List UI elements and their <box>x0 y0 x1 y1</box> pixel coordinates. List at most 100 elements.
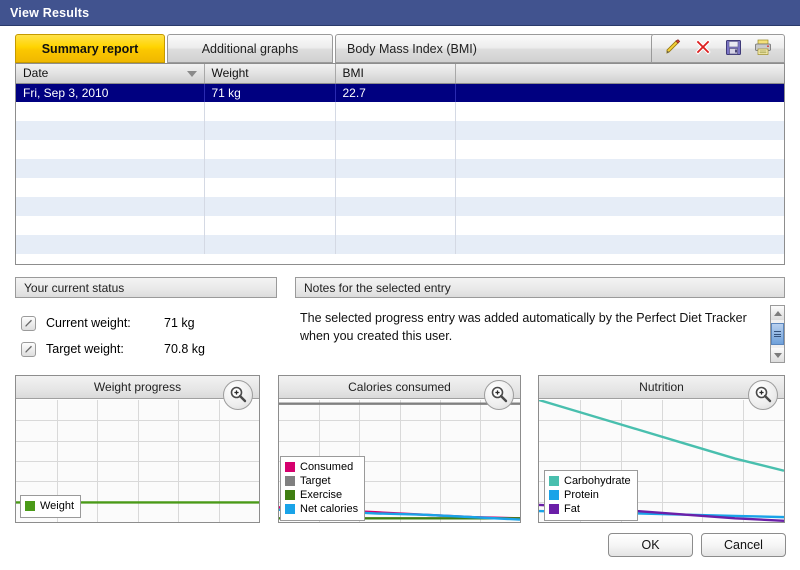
magnifier-plus-icon <box>229 385 247 406</box>
table-row[interactable] <box>16 235 784 254</box>
table-cell-blank <box>455 235 784 254</box>
chart-weight-progress-zoom-button[interactable] <box>223 380 253 410</box>
scroll-down-button[interactable] <box>771 348 784 362</box>
legend-item: Protein <box>549 488 631 502</box>
table-cell-weight <box>204 159 336 178</box>
notes-panel-title: Notes for the selected entry <box>304 280 451 295</box>
table-row[interactable]: Fri, Sep 3, 2010 71 kg 22.7 <box>16 83 784 102</box>
edit-target-weight-icon[interactable] <box>21 341 36 357</box>
table-cell-weight <box>204 102 336 121</box>
chart-weight-progress[interactable]: Weight progress Weight <box>15 375 260 523</box>
table-cell-date <box>16 178 205 197</box>
cancel-button[interactable]: Cancel <box>701 533 786 557</box>
table-row[interactable] <box>16 102 784 121</box>
results-table-container[interactable]: Date Weight BMI Fri, Sep 3, 2010 71 kg 22.… <box>15 63 785 265</box>
table-cell-blank <box>455 102 784 121</box>
table-cell-bmi <box>335 197 456 216</box>
legend-swatch <box>285 462 295 472</box>
tab-body-mass-index[interactable]: Body Mass Index (BMI) <box>335 34 655 63</box>
current-status-panel-header: Your current status <box>15 277 277 298</box>
table-row[interactable] <box>16 197 784 216</box>
legend-item: Net calories <box>285 502 358 516</box>
status-value-target-weight: 70.8 kg <box>164 342 206 356</box>
floppy-disk-icon <box>725 39 742 59</box>
chart-calories-consumed[interactable]: Calories consumed Consumed Target Exercise… <box>278 375 521 523</box>
table-cell-bmi: 22.7 <box>335 83 456 102</box>
status-value-current-weight: 71 kg <box>164 316 195 330</box>
notes-scrollbar[interactable] <box>770 305 785 363</box>
legend-label: Protein <box>564 489 599 501</box>
column-header-date[interactable]: Date <box>16 64 205 84</box>
table-cell-weight <box>204 216 336 235</box>
magnifier-plus-icon <box>490 385 508 406</box>
chart-calories-consumed-title: Calories consumed <box>348 380 451 394</box>
notes-text: The selected progress entry was added au… <box>300 311 747 343</box>
save-button[interactable] <box>721 38 745 60</box>
delete-entry-button[interactable] <box>691 38 715 60</box>
legend-item: Carbohydrate <box>549 474 631 488</box>
window-title: View Results <box>10 5 90 20</box>
results-table-body: Fri, Sep 3, 2010 71 kg 22.7 <box>16 83 784 254</box>
print-button[interactable] <box>751 38 775 60</box>
table-row[interactable] <box>16 159 784 178</box>
column-header-date-label: Date <box>23 66 49 81</box>
legend-swatch <box>549 476 559 486</box>
ok-button[interactable]: OK <box>608 533 693 557</box>
status-row-target-weight: Target weight: 70.8 kg <box>21 336 277 362</box>
table-cell-bmi <box>335 102 456 121</box>
table-cell-bmi <box>335 140 456 159</box>
chart-weight-progress-legend: Weight <box>20 495 82 518</box>
tab-summary-report[interactable]: Summary report <box>15 34 165 63</box>
chart-nutrition[interactable]: Nutrition Carbohydrate Protein Fat <box>538 375 785 523</box>
chevron-down-icon <box>773 352 782 358</box>
legend-swatch <box>285 504 295 514</box>
legend-label: Exercise <box>300 489 343 501</box>
table-row[interactable] <box>16 216 784 235</box>
chevron-up-icon <box>773 310 782 316</box>
scrollbar-thumb[interactable] <box>771 323 784 345</box>
column-header-spacer[interactable] <box>455 64 784 84</box>
legend-swatch <box>549 504 559 514</box>
tab-additional-graphs[interactable]: Additional graphs <box>167 34 333 63</box>
table-header-row: Date Weight BMI <box>16 64 784 84</box>
legend-item: Consumed <box>285 460 358 474</box>
column-header-weight[interactable]: Weight <box>204 64 336 84</box>
chart-calories-consumed-zoom-button[interactable] <box>484 380 514 410</box>
status-label-target-weight: Target weight: <box>46 342 124 356</box>
notes-panel-header: Notes for the selected entry <box>295 277 785 298</box>
printer-icon <box>754 39 772 59</box>
table-cell-weight <box>204 197 336 216</box>
table-cell-blank <box>455 159 784 178</box>
table-cell-weight <box>204 178 336 197</box>
current-status-panel: Your current status <box>15 277 277 298</box>
table-cell-blank <box>455 140 784 159</box>
legend-item: Exercise <box>285 488 358 502</box>
legend-label: Consumed <box>300 461 354 473</box>
column-header-bmi[interactable]: BMI <box>335 64 456 84</box>
current-status-title: Your current status <box>24 280 125 295</box>
edit-entry-button[interactable] <box>661 38 685 60</box>
magnifier-plus-icon <box>754 385 772 406</box>
table-cell-bmi <box>335 121 456 140</box>
edit-current-weight-icon[interactable] <box>21 315 36 331</box>
table-cell-blank <box>455 216 784 235</box>
table-cell-date <box>16 197 205 216</box>
table-cell-weight <box>204 121 336 140</box>
table-cell-weight <box>204 235 336 254</box>
record-toolbar <box>651 34 785 63</box>
table-row[interactable] <box>16 140 784 159</box>
chart-nutrition-legend: Carbohydrate Protein Fat <box>544 470 638 521</box>
table-row[interactable] <box>16 121 784 140</box>
table-cell-date: Fri, Sep 3, 2010 <box>16 83 205 102</box>
red-x-icon <box>694 38 712 59</box>
table-row[interactable] <box>16 178 784 197</box>
legend-item: Fat <box>549 502 631 516</box>
table-cell-bmi <box>335 159 456 178</box>
legend-label: Weight <box>40 500 75 512</box>
pencil-icon <box>664 38 682 59</box>
status-label-current-weight: Current weight: <box>46 316 131 330</box>
legend-swatch <box>549 490 559 500</box>
tab-additional-graphs-label: Additional graphs <box>201 41 299 56</box>
scroll-up-button[interactable] <box>771 306 784 320</box>
chart-nutrition-zoom-button[interactable] <box>748 380 778 410</box>
